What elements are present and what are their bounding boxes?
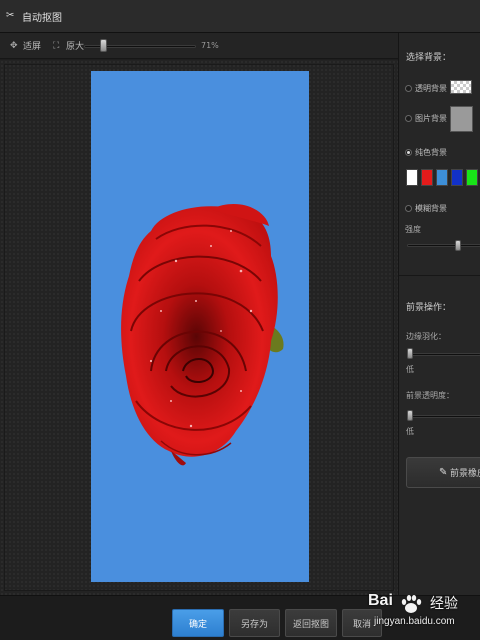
back-to-cutout-button[interactable]: 返回抠图 <box>285 609 337 637</box>
color-swatch-white[interactable] <box>406 169 418 186</box>
option-solid-bg[interactable]: 纯色背景 <box>405 147 447 158</box>
fg-opacity-min-label: 低 <box>406 427 414 436</box>
foreground-ops-heading: 前景操作： <box>406 303 452 313</box>
scissors-icon: ✂ <box>6 10 15 21</box>
fit-screen-button[interactable]: ✥ 适屏 <box>10 39 42 53</box>
radio-solid[interactable] <box>405 149 412 156</box>
color-swatch-red[interactable] <box>421 169 433 186</box>
eraser-icon: ✎ <box>439 467 448 478</box>
feather-min-label: 低 <box>406 365 414 374</box>
foreground-eraser-button[interactable]: ✎ 前景橡皮擦 <box>406 457 480 488</box>
strength-slider-thumb[interactable] <box>455 240 461 251</box>
option-transparent-label: 透明背景 <box>415 84 447 93</box>
fit-screen-icon: ✥ <box>10 40 18 51</box>
canvas-area <box>0 60 398 595</box>
color-swatch-dark-blue[interactable] <box>451 169 463 186</box>
actual-size-label: 原大 <box>66 42 85 52</box>
option-blur-bg[interactable]: 模糊背景 <box>405 203 447 214</box>
feather-slider-thumb[interactable] <box>407 348 413 359</box>
choose-background-heading: 选择背景： <box>406 53 452 63</box>
panel-divider <box>399 275 480 276</box>
strength-slider-track[interactable] <box>407 244 480 247</box>
solid-color-swatches <box>406 169 480 186</box>
feather-label: 边缘羽化： <box>406 332 446 341</box>
cancel-button[interactable]: 取消 <box>342 609 382 637</box>
confirm-button[interactable]: 确定 <box>172 609 224 637</box>
option-transparent-bg[interactable]: 透明背景 <box>405 83 447 94</box>
title-bar: ✂ 自动抠图 <box>0 0 480 33</box>
window-title: 自动抠图 <box>22 12 62 24</box>
foreground-eraser-label: 前景橡皮擦 <box>450 469 480 479</box>
option-image-label: 图片背景 <box>415 114 447 123</box>
actual-size-button[interactable]: ⛶ 原大 <box>53 39 85 53</box>
transparent-bg-swatch[interactable] <box>450 80 472 94</box>
option-blur-label: 模糊背景 <box>415 204 447 213</box>
radio-blur[interactable] <box>405 205 412 212</box>
rose-image <box>121 204 284 466</box>
save-as-button[interactable]: 另存为 <box>229 609 280 637</box>
radio-image[interactable] <box>405 115 412 122</box>
preview-image[interactable] <box>91 71 309 582</box>
fg-opacity-slider-thumb[interactable] <box>407 410 413 421</box>
zoom-slider-thumb[interactable] <box>100 39 107 52</box>
fit-screen-label: 适屏 <box>23 42 42 52</box>
view-toolbar: ✥ 适屏 ⛶ 原大 71% <box>0 33 398 59</box>
background-panel: 选择背景： 透明背景 图片背景 纯色背景 模糊背景 强度 前景操作： 边缘羽化：… <box>398 33 480 595</box>
fg-opacity-slider-track[interactable] <box>407 415 480 418</box>
color-swatch-green[interactable] <box>466 169 478 186</box>
bottom-bar: 确定 另存为 返回抠图 取消 <box>0 595 480 640</box>
color-swatch-light-blue[interactable] <box>436 169 448 186</box>
feather-slider-track[interactable] <box>407 353 480 356</box>
image-bg-swatch[interactable] <box>450 106 473 132</box>
actual-size-icon: ⛶ <box>53 40 60 51</box>
option-solid-label: 纯色背景 <box>415 148 447 157</box>
fg-opacity-label: 前景透明度： <box>406 391 454 400</box>
radio-transparent[interactable] <box>405 85 412 92</box>
option-image-bg[interactable]: 图片背景 <box>405 113 447 124</box>
zoom-value: 71% <box>201 41 219 50</box>
strength-label: 强度 <box>405 225 421 234</box>
